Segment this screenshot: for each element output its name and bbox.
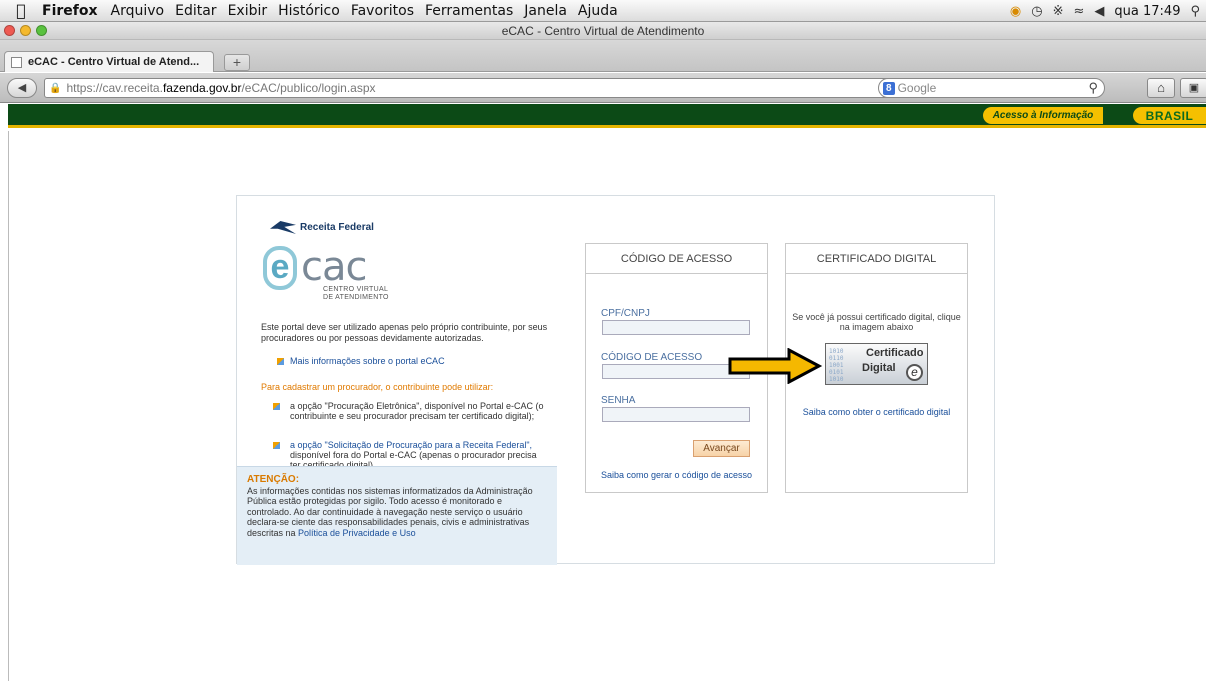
avancar-button[interactable]: Avançar xyxy=(693,440,750,457)
menu-ajuda[interactable]: Ajuda xyxy=(578,3,618,19)
search-box[interactable]: 8 Google ⚲ xyxy=(878,78,1105,98)
option-procuracao-eletronica[interactable]: a opção "Procuração Eletrônica", disponí… xyxy=(273,401,547,421)
skype-icon[interactable]: ◉ xyxy=(1010,4,1021,19)
ecac-subtitle-line2: DE ATENDIMENTO xyxy=(323,294,389,301)
menu-favoritos[interactable]: Favoritos xyxy=(351,3,414,19)
search-placeholder: Google xyxy=(897,81,937,95)
close-window-button[interactable] xyxy=(4,25,15,36)
ecac-logo-word: cac xyxy=(301,244,367,290)
home-button[interactable]: ⌂ xyxy=(1147,78,1175,98)
cert-img-line2: Digital xyxy=(862,362,896,374)
mac-menubar:  Firefox Arquivo Editar Exibir Históric… xyxy=(0,0,1206,22)
mais-info-label: Mais informações sobre o portal eCAC xyxy=(290,356,445,366)
binary-pattern-icon: 1010 0110 1001 0101 1010 xyxy=(829,348,844,383)
ecac-logo: e cac CENTRO VIRTUAL DE ATENDIMENTO xyxy=(263,244,413,306)
cpf-label: CPF/CNPJ xyxy=(601,308,650,319)
atencao-box: ATENÇÃO: As informações contidas nos sis… xyxy=(237,466,557,565)
acesso-informacao-link[interactable]: Acesso à Informação xyxy=(983,107,1103,124)
back-button[interactable]: ◀ xyxy=(7,78,37,98)
option2-link[interactable]: a opção "Solicitação de Procuração para … xyxy=(290,440,532,450)
bullet-icon xyxy=(277,357,284,365)
certificado-title: CERTIFICADO DIGITAL xyxy=(786,244,967,274)
receita-federal-logo[interactable]: Receita Federal xyxy=(270,221,374,234)
bullet-icon xyxy=(273,403,280,410)
menu-app[interactable]: Firefox xyxy=(42,3,98,19)
minimize-window-button[interactable] xyxy=(20,25,31,36)
senha-input[interactable] xyxy=(602,407,750,422)
ecac-e-icon: e xyxy=(263,246,297,290)
senha-label: SENHA xyxy=(601,395,636,406)
menu-editar[interactable]: Editar xyxy=(175,3,216,19)
navigation-bar: ◀ 🔒 https://cav.receita. fazenda.gov.br/e… xyxy=(0,73,1206,103)
extension-button[interactable]: ▣ xyxy=(1180,78,1206,98)
volume-icon[interactable]: ◀ xyxy=(1094,4,1104,19)
certificado-digital-image-button[interactable]: 1010 0110 1001 0101 1010 Certificado Digital… xyxy=(825,343,928,385)
brasil-logo[interactable]: BRASIL xyxy=(1133,107,1206,124)
menu-janela[interactable]: Janela xyxy=(524,3,567,19)
wifi-icon[interactable]: ≈ xyxy=(1074,4,1085,19)
time-machine-icon[interactable]: ◷ xyxy=(1031,4,1042,19)
option1-text: a opção "Procuração Eletrônica", disponí… xyxy=(290,401,544,421)
url-bar[interactable]: 🔒 https://cav.receita. fazenda.gov.br/eCA… xyxy=(44,78,960,98)
login-card: Receita Federal e cac CENTRO VIRTUAL DE … xyxy=(236,195,995,565)
url-path: /eCAC/publico/login.aspx xyxy=(241,81,376,95)
yellow-arrow-annotation xyxy=(728,348,823,384)
certificado-text: Se você já possui certificado digital, c… xyxy=(792,312,961,332)
cert-img-line1: Certificado xyxy=(866,347,924,359)
new-tab-button[interactable]: + xyxy=(224,54,250,71)
gerar-codigo-link[interactable]: Saiba como gerar o código de acesso xyxy=(586,470,767,480)
zoom-window-button[interactable] xyxy=(36,25,47,36)
spotlight-icon[interactable]: ⚲ xyxy=(1190,4,1200,19)
bluetooth-icon[interactable]: ※ xyxy=(1053,4,1064,19)
receita-bird-icon xyxy=(270,221,296,234)
tab-ecac[interactable]: eCAC - Centro Virtual de Atend... xyxy=(4,51,214,72)
favicon-icon xyxy=(11,56,22,68)
ecac-subtitle: CENTRO VIRTUAL DE ATENDIMENTO xyxy=(323,286,389,302)
cpf-input[interactable] xyxy=(602,320,750,335)
url-domain: fazenda.gov.br xyxy=(162,81,242,95)
apple-icon[interactable]:  xyxy=(0,1,42,20)
arrow-shape xyxy=(728,348,823,384)
menu-arquivo[interactable]: Arquivo xyxy=(111,3,165,19)
e-logo-icon: e xyxy=(906,364,923,381)
bullet-icon xyxy=(273,442,280,449)
menu-historico[interactable]: Histórico xyxy=(278,3,340,19)
privacy-policy-link[interactable]: Política de Privacidade e Uso xyxy=(298,528,416,538)
clock[interactable]: qua 17:49 xyxy=(1114,4,1180,19)
mais-info-link[interactable]: Mais informações sobre o portal eCAC xyxy=(277,356,445,366)
url-prefix: https://cav.receita. xyxy=(66,81,163,95)
procurador-heading: Para cadastrar um procurador, o contribu… xyxy=(261,382,494,392)
government-bar: Acesso à Informação BRASIL xyxy=(8,104,1206,128)
obter-certificado-link[interactable]: Saiba como obter o certificado digital xyxy=(786,407,967,417)
atencao-title: ATENÇÃO: xyxy=(247,474,300,485)
tab-bar: eCAC - Centro Virtual de Atend... + xyxy=(0,40,1206,72)
codigo-label: CÓDIGO DE ACESSO xyxy=(601,352,703,363)
codigo-acesso-title: CÓDIGO DE ACESSO xyxy=(586,244,767,274)
info-panel: Receita Federal e cac CENTRO VIRTUAL DE … xyxy=(237,196,557,565)
menu-ferramentas[interactable]: Ferramentas xyxy=(425,3,513,19)
search-engine-icon[interactable]: 8 xyxy=(883,81,895,95)
window-titlebar: eCAC - Centro Virtual de Atendimento xyxy=(0,22,1206,40)
menu-exibir[interactable]: Exibir xyxy=(228,3,268,19)
receita-logo-text: Receita Federal xyxy=(300,222,374,233)
tab-label: eCAC - Centro Virtual de Atend... xyxy=(28,56,200,68)
intro-text: Este portal deve ser utilizado apenas pe… xyxy=(261,322,548,343)
search-icon[interactable]: ⚲ xyxy=(1088,80,1098,96)
ecac-subtitle-line1: CENTRO VIRTUAL xyxy=(323,286,389,293)
lock-icon: 🔒 xyxy=(49,82,62,94)
window-title: eCAC - Centro Virtual de Atendimento xyxy=(501,23,705,38)
